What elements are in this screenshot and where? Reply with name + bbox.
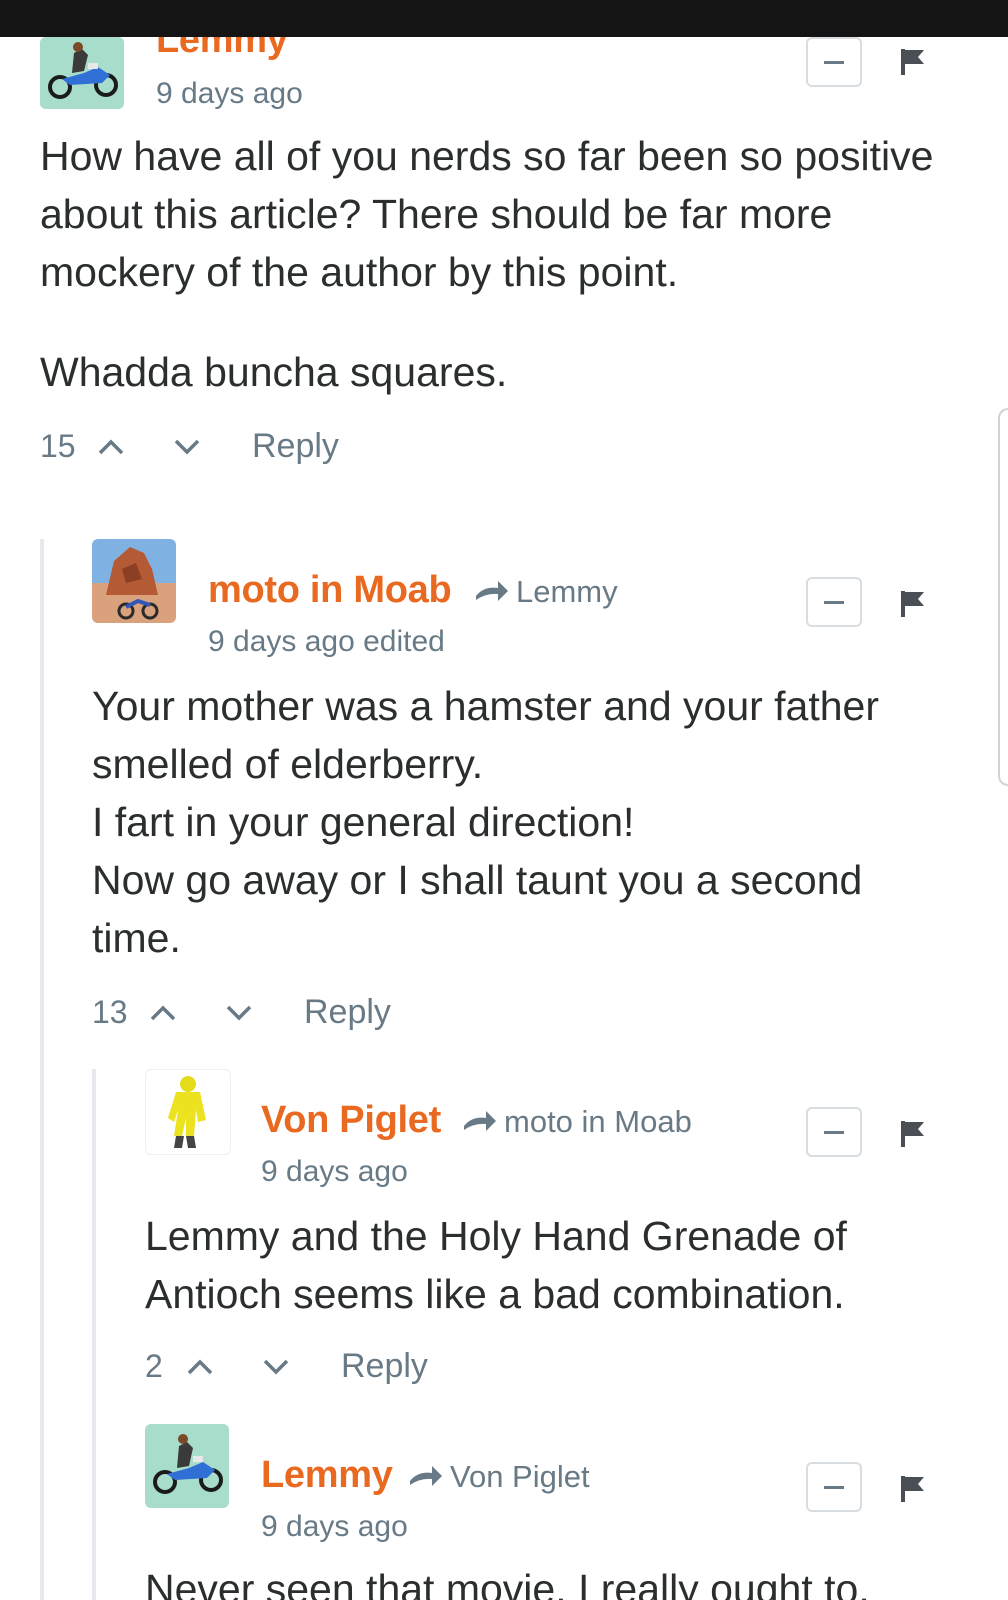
- collapse-button[interactable]: [806, 1107, 862, 1157]
- comment-paragraph: Never seen that movie. I really ought to…: [145, 1566, 870, 1600]
- comment-paragraph: Now go away or I shall taunt you a secon…: [92, 857, 863, 961]
- comment-paragraph: Lemmy and the Holy Hand Grenade of Antio…: [145, 1213, 847, 1317]
- chevron-down-icon[interactable]: [220, 998, 258, 1028]
- comment-timestamp[interactable]: 9 days ago edited: [208, 625, 445, 659]
- desert-motorcycle-image: [92, 539, 176, 623]
- reply-to-label[interactable]: Von Piglet: [408, 1459, 590, 1495]
- scrollbar[interactable]: [998, 408, 1008, 786]
- comment-body: Lemmy and the Holy Hand Grenade of Antio…: [145, 1207, 945, 1323]
- vote-count: 13: [92, 994, 128, 1030]
- comment-lemmy-2: Lemmy Von Piglet 9 days ago Never seen t…: [0, 1412, 1008, 1600]
- reply-to-label[interactable]: moto in Moab: [462, 1104, 692, 1140]
- reply-to-author[interactable]: Von Piglet: [450, 1459, 590, 1495]
- reply-button[interactable]: Reply: [252, 427, 339, 466]
- comment-author[interactable]: Von Piglet: [261, 1099, 441, 1142]
- motorcycle-rider-image: [40, 37, 124, 109]
- flag-icon[interactable]: [898, 589, 928, 619]
- collapse-button[interactable]: [806, 1462, 862, 1512]
- collapse-button[interactable]: [806, 577, 862, 627]
- reply-button[interactable]: Reply: [341, 1347, 428, 1386]
- chevron-up-icon[interactable]: [144, 998, 182, 1028]
- flag-icon[interactable]: [898, 1119, 928, 1149]
- reply-to-author[interactable]: Lemmy: [516, 574, 618, 610]
- flag-icon[interactable]: [898, 1474, 928, 1504]
- chevron-up-icon[interactable]: [181, 1352, 219, 1382]
- comment-author[interactable]: moto in Moab: [208, 569, 452, 612]
- comment-paragraph: Whadda buncha squares.: [40, 349, 508, 395]
- vote-count: 2: [145, 1348, 163, 1384]
- avatar[interactable]: [40, 37, 124, 109]
- reply-button[interactable]: Reply: [304, 993, 391, 1032]
- comment-body: Your mother was a hamster and your fathe…: [92, 677, 952, 967]
- chevron-down-icon[interactable]: [168, 432, 206, 462]
- status-bar: [0, 0, 1008, 37]
- comment-paragraph: How have all of you nerds so far been so…: [40, 133, 934, 295]
- chevron-up-icon[interactable]: [92, 432, 130, 462]
- comment-actions: 2 Reply: [145, 1347, 428, 1386]
- comment-timestamp[interactable]: 9 days ago: [261, 1510, 408, 1544]
- comment-body: How have all of you nerds so far been so…: [40, 127, 960, 401]
- collapse-button[interactable]: [806, 37, 862, 87]
- comment-author[interactable]: Lemmy: [261, 1454, 393, 1497]
- avatar[interactable]: [145, 1424, 229, 1508]
- comment-actions: 15 Reply: [40, 427, 339, 466]
- comment-thread: Lemmy 9 days ago How have all of you ner…: [0, 37, 1008, 1600]
- motorcycle-rider-image: [145, 1424, 229, 1508]
- reply-to-label[interactable]: Lemmy: [474, 574, 618, 610]
- comment-paragraph: Your mother was a hamster and your fathe…: [92, 683, 880, 787]
- reply-arrow-icon: [464, 1111, 496, 1131]
- comment-moto-in-moab: moto in Moab Lemmy 9 days ago edited You…: [0, 527, 1008, 1047]
- reply-arrow-icon: [476, 581, 508, 601]
- flag-icon[interactable]: [898, 47, 928, 77]
- reply-arrow-icon: [410, 1466, 442, 1486]
- comment-von-piglet: Von Piglet moto in Moab 9 days ago Lemmy…: [0, 1057, 1008, 1417]
- avatar[interactable]: [145, 1069, 231, 1155]
- comment-paragraph: I fart in your general direction!: [92, 799, 635, 845]
- avatar[interactable]: [92, 539, 176, 623]
- comment-timestamp[interactable]: 9 days ago: [261, 1155, 408, 1189]
- chevron-down-icon[interactable]: [257, 1352, 295, 1382]
- vote-count: 15: [40, 428, 76, 464]
- comment-lemmy-1: Lemmy 9 days ago How have all of you ner…: [0, 37, 1008, 507]
- hazmat-suit-image: [146, 1070, 230, 1154]
- comment-actions: 13 Reply: [92, 993, 391, 1032]
- comment-body: Never seen that movie. I really ought to…: [145, 1560, 965, 1600]
- comment-author[interactable]: Lemmy: [156, 37, 288, 62]
- comment-timestamp[interactable]: 9 days ago: [156, 77, 303, 111]
- reply-to-author[interactable]: moto in Moab: [504, 1104, 692, 1140]
